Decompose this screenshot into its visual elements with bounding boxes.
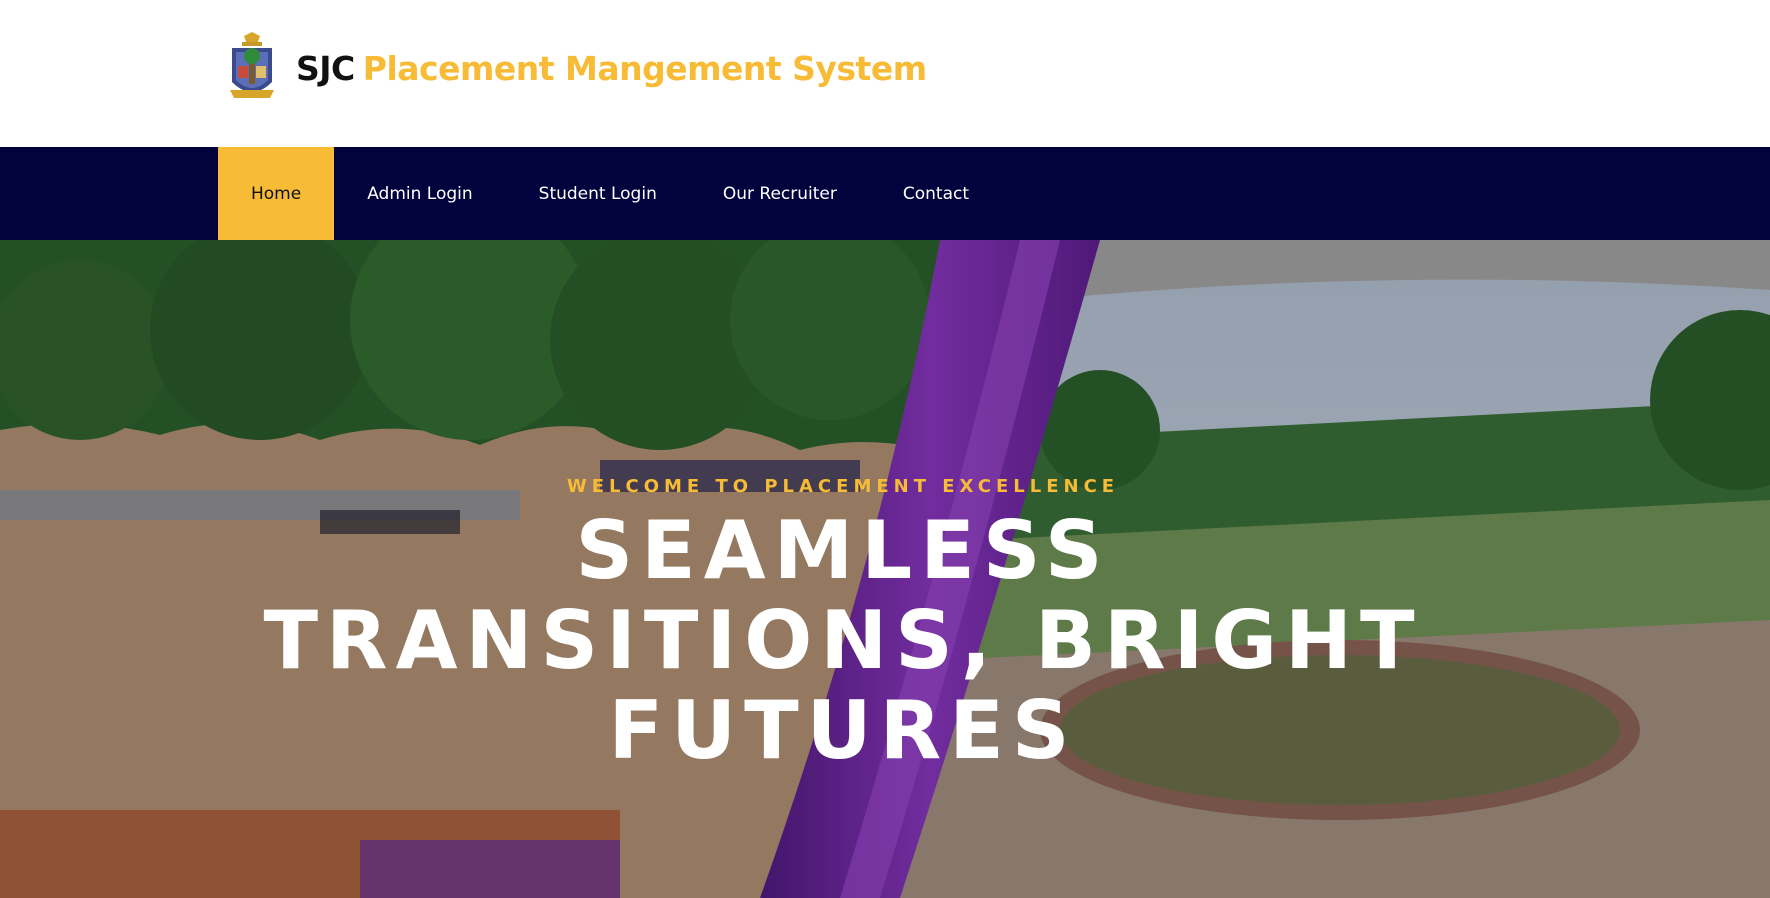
brand[interactable]: SJC Placement Mangement System bbox=[228, 32, 927, 104]
hero-title-line: FUTURES bbox=[608, 684, 1078, 777]
nav-item-admin-login[interactable]: Admin Login bbox=[334, 147, 505, 240]
college-crest-icon bbox=[230, 32, 274, 98]
hero-title: SEAMLESS TRANSITIONS, BRIGHT FUTURES bbox=[0, 506, 1686, 776]
brand-name: Placement Mangement System bbox=[362, 48, 927, 88]
nav-item-student-login[interactable]: Student Login bbox=[506, 147, 690, 240]
site-header: SJC Placement Mangement System bbox=[0, 0, 1770, 147]
hero-kicker: WELCOME TO PLACEMENT EXCELLENCE bbox=[566, 476, 1120, 497]
nav-item-our-recruiter[interactable]: Our Recruiter bbox=[690, 147, 870, 240]
brand-prefix: SJC bbox=[296, 48, 355, 88]
nav-item-contact[interactable]: Contact bbox=[870, 147, 1002, 240]
hero-title-line: SEAMLESS bbox=[575, 504, 1111, 597]
hero-title-line: TRANSITIONS, BRIGHT bbox=[263, 594, 1423, 687]
main-nav: Home Admin Login Student Login Our Recru… bbox=[0, 147, 1770, 240]
hero-banner: WELCOME TO PLACEMENT EXCELLENCE SEAMLESS… bbox=[0, 240, 1770, 898]
nav-item-home[interactable]: Home bbox=[218, 147, 335, 240]
